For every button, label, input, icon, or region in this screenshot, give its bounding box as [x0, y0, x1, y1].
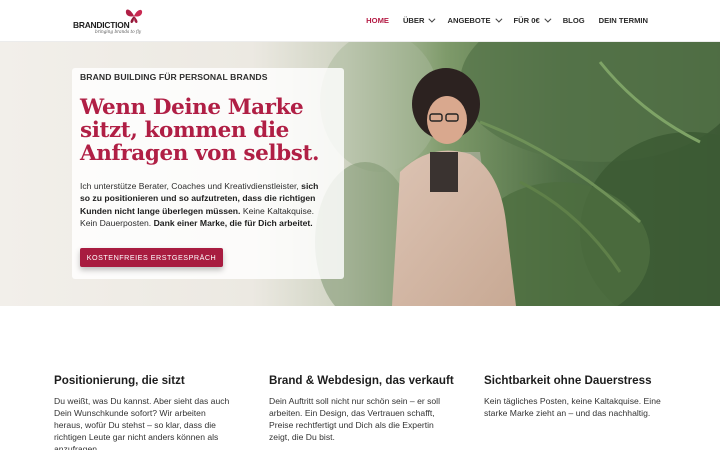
nav-item-blog[interactable]: BLOG — [563, 16, 585, 25]
feature-column: Positionierung, die sitzt Du weißt, was … — [54, 374, 234, 450]
nav-item-home[interactable]: HOME — [366, 16, 389, 25]
feature-title: Positionierung, die sitzt — [54, 374, 185, 387]
hero-body: Ich unterstütze Berater, Coaches und Kre… — [80, 180, 330, 230]
nav-item-ueber[interactable]: ÜBER — [402, 15, 436, 25]
nav-label: ÜBER — [402, 16, 425, 25]
nav-label: FÜR 0€ — [513, 16, 540, 25]
nav-label: HOME — [366, 16, 389, 25]
brand-tagline: bringing brands to fly — [95, 29, 142, 34]
feature-title: Brand & Webdesign, das verkauft — [269, 374, 454, 387]
feature-column: Sichtbarkeit ohne Dauerstress Kein tägli… — [484, 374, 664, 419]
feature-column: Brand & Webdesign, das verkauft Dein Auf… — [269, 374, 454, 443]
nav-label: ANGEBOTE — [447, 16, 491, 25]
site-header: BRANDICTION bringing brands to fly HOME … — [0, 0, 720, 42]
brand-logo[interactable]: BRANDICTION bringing brands to fly — [73, 7, 148, 37]
feature-text: Dein Auftritt soll nicht nur schön sein … — [269, 396, 441, 442]
hero-body-emphasis: Dank einer Marke, die für Dich arbeitet. — [153, 218, 313, 229]
chevron-down-icon — [544, 15, 552, 23]
feature-title: Sichtbarkeit ohne Dauerstress — [484, 374, 652, 387]
hero-card: BRAND BUILDING FÜR PERSONAL BRANDS Wenn … — [72, 68, 344, 279]
features-section: Positionierung, die sitzt Du weißt, was … — [0, 306, 720, 450]
nav-item-dein-termin[interactable]: DEIN TERMIN — [599, 16, 648, 25]
hero-section: BRAND BUILDING FÜR PERSONAL BRANDS Wenn … — [0, 42, 720, 306]
chevron-down-icon — [428, 15, 436, 23]
hero-eyebrow: BRAND BUILDING FÜR PERSONAL BRANDS — [80, 72, 268, 82]
cta-button[interactable]: KOSTENFREIES ERSTGESPRÄCH — [80, 248, 223, 267]
chevron-down-icon — [494, 15, 502, 23]
main-nav: HOME ÜBER ANGEBOTE FÜR 0€ BLOG DEIN TERM… — [352, 15, 648, 25]
nav-label: DEIN TERMIN — [598, 16, 648, 25]
feature-text: Kein tägliches Posten, keine Kaltakquise… — [484, 396, 661, 418]
nav-item-fuer-0[interactable]: FÜR 0€ — [513, 15, 552, 25]
hero-headline: Wenn Deine Marke sitzt, kommen die Anfra… — [80, 95, 320, 166]
nav-item-angebote[interactable]: ANGEBOTE — [447, 15, 502, 25]
hero-body-text: Ich unterstütze Berater, Coaches und Kre… — [80, 181, 302, 191]
feature-text: Du weißt, was Du kannst. Aber sieht das … — [54, 396, 230, 450]
nav-label: BLOG — [562, 16, 585, 25]
